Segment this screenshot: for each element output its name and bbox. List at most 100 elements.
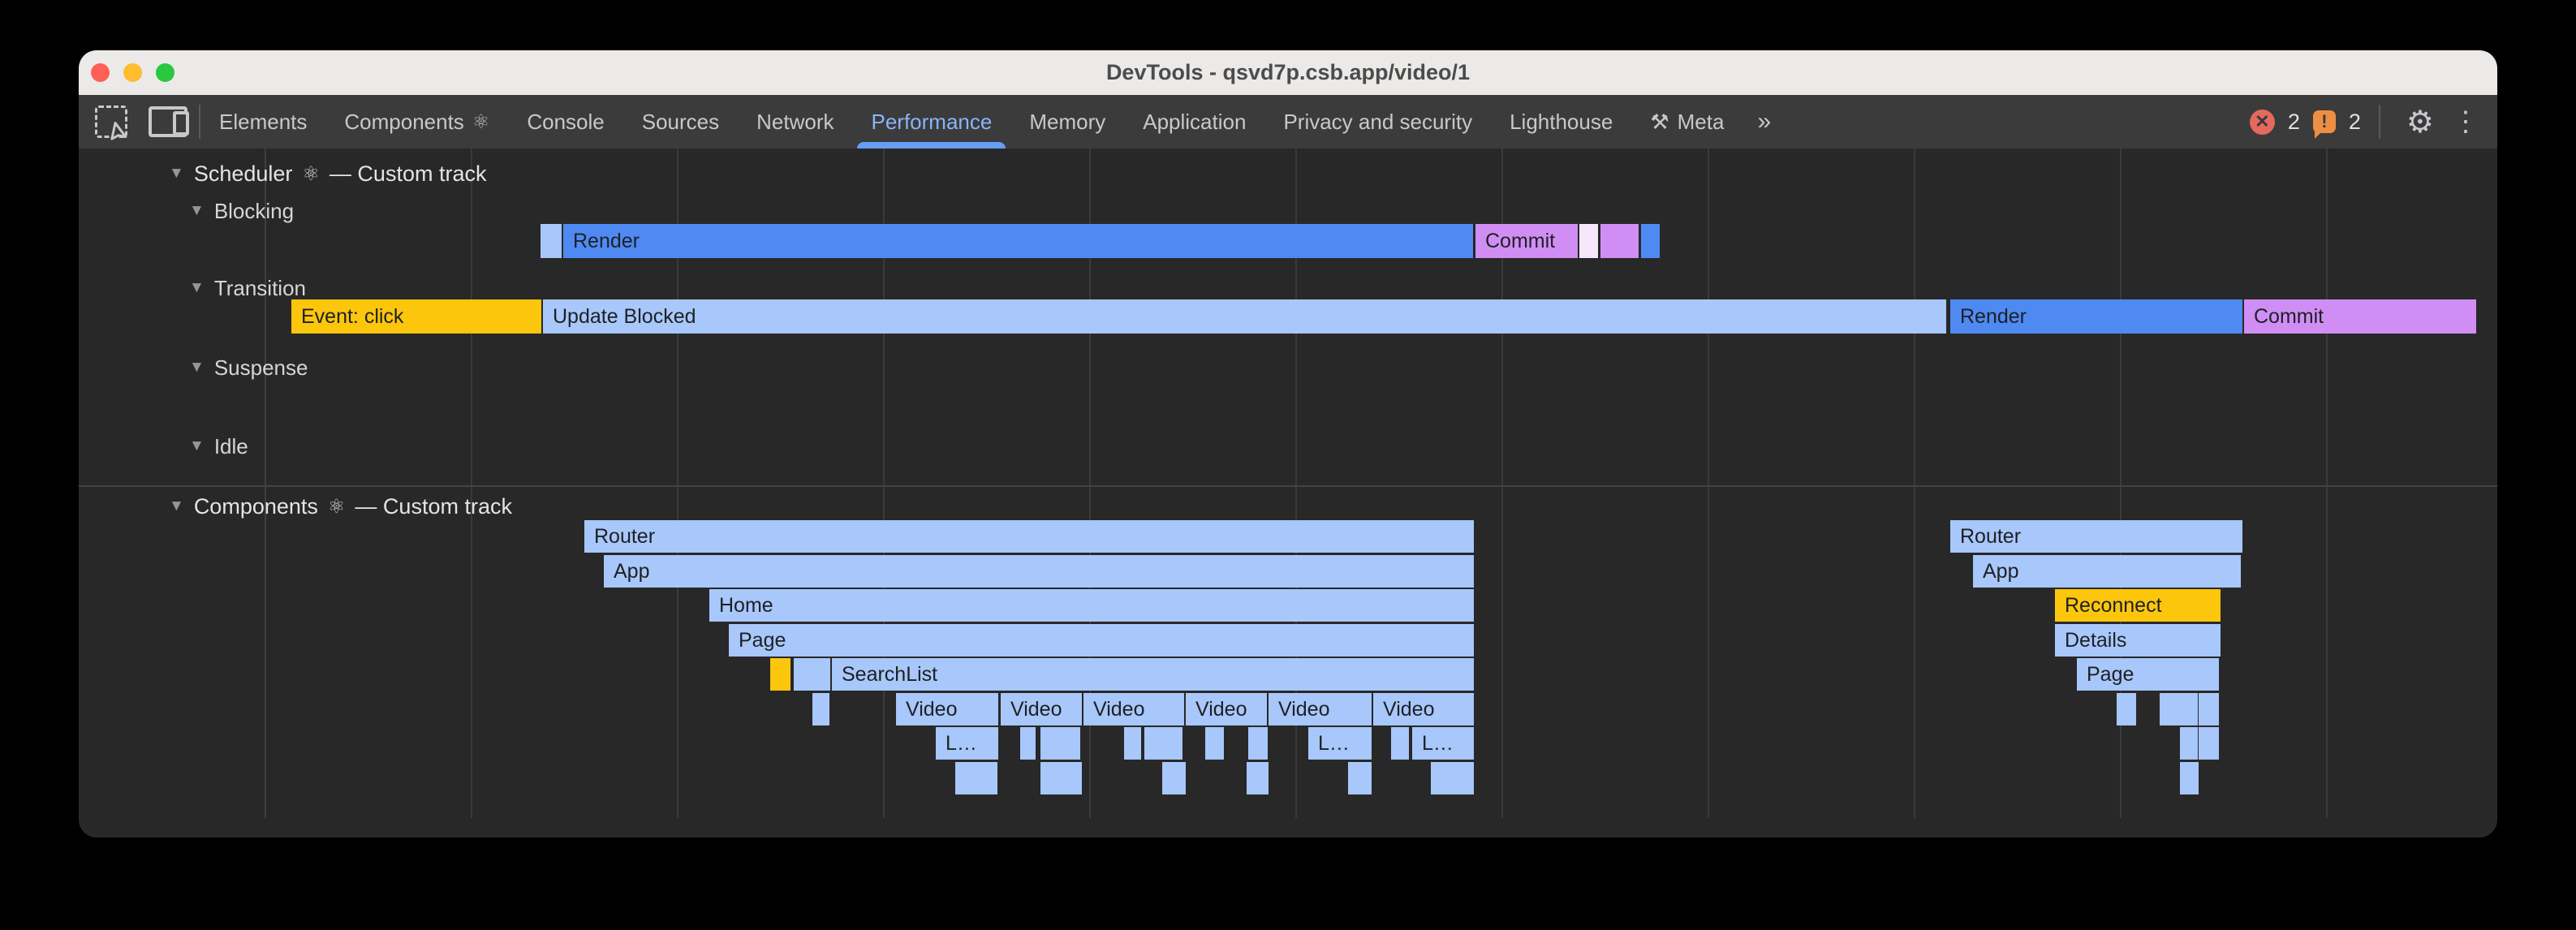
zoom-window-button[interactable]	[156, 63, 174, 82]
flame-bar-commit[interactable]: Commit	[2244, 299, 2476, 334]
flame-bar-video[interactable]: Video	[1001, 693, 1082, 725]
lane-label-text: Suspense	[214, 355, 308, 381]
collapse-triangle-icon[interactable]: ▼	[189, 359, 205, 377]
flame-bar-reconnect[interactable]: Reconnect	[2055, 589, 2221, 622]
flame-bar[interactable]	[1247, 762, 1269, 794]
flame-bar-l-[interactable]: L…	[1308, 727, 1372, 760]
tab-meta[interactable]: ⚒Meta	[1631, 95, 1742, 149]
scheduler-lane-transition[interactable]: ▼Transition	[189, 275, 306, 301]
flame-bar-video[interactable]: Video	[1083, 693, 1184, 725]
flame-bar-page[interactable]: Page	[2077, 658, 2219, 691]
flame-bar[interactable]	[1391, 727, 1409, 760]
flame-bar[interactable]	[1641, 224, 1660, 258]
atom-icon: ⚛	[328, 495, 346, 519]
flame-bar-update-blocked[interactable]: Update Blocked	[543, 299, 1946, 334]
flame-bar[interactable]	[1040, 762, 1082, 794]
flame-bar[interactable]	[1205, 727, 1224, 760]
collapse-triangle-icon[interactable]: ▼	[189, 437, 205, 455]
settings-gear-icon[interactable]: ⚙	[2406, 104, 2434, 140]
tab-label: Performance	[871, 110, 992, 135]
flame-bar[interactable]	[2117, 693, 2136, 725]
kebab-menu-icon[interactable]: ⋮	[2452, 105, 2479, 138]
collapse-triangle-icon[interactable]: ▼	[189, 202, 205, 220]
flame-bar[interactable]	[2199, 727, 2219, 760]
close-window-button[interactable]	[91, 63, 110, 82]
inspect-element-icon[interactable]	[95, 105, 127, 138]
tab-console[interactable]: Console	[508, 95, 622, 149]
flame-bar[interactable]	[1124, 727, 1141, 760]
flame-bar-render[interactable]: Render	[563, 224, 1473, 258]
flame-bar[interactable]	[1248, 727, 1268, 760]
warning-count: 2	[2349, 110, 2361, 135]
minimize-window-button[interactable]	[123, 63, 142, 82]
flame-bar-home[interactable]: Home	[709, 589, 1474, 622]
scheduler-track-header[interactable]: ▼ Scheduler ⚛ — Custom track	[169, 160, 486, 187]
tab-lighthouse[interactable]: Lighthouse	[1491, 95, 1631, 149]
flame-bar-event-click[interactable]: Event: click	[291, 299, 541, 334]
flame-bar[interactable]	[1431, 762, 1474, 794]
flame-bar[interactable]	[1348, 762, 1372, 794]
flame-bar-commit[interactable]: Commit	[1475, 224, 1578, 258]
flame-bar-app[interactable]: App	[604, 555, 1474, 588]
flame-bar[interactable]	[1040, 727, 1080, 760]
tab-performance[interactable]: Performance	[852, 95, 1010, 149]
collapse-triangle-icon[interactable]: ▼	[189, 279, 205, 297]
flame-bar-l-[interactable]: L…	[936, 727, 998, 760]
flame-bar-render[interactable]: Render	[1950, 299, 2242, 334]
tab-elements[interactable]: Elements	[200, 95, 325, 149]
flame-bar-l-[interactable]: L…	[1412, 727, 1474, 760]
flame-bar[interactable]	[812, 693, 829, 725]
flame-bar[interactable]	[1162, 762, 1186, 794]
flame-bar[interactable]	[2160, 693, 2198, 725]
tab-privacy-and-security[interactable]: Privacy and security	[1264, 95, 1491, 149]
tab-label: Lighthouse	[1510, 110, 1613, 135]
flame-bar-router[interactable]: Router	[1950, 520, 2242, 553]
flame-bar-page[interactable]: Page	[729, 624, 1474, 657]
flame-bar[interactable]	[1600, 224, 1639, 258]
flame-bar-app[interactable]: App	[1973, 555, 2241, 588]
flame-bar-video[interactable]: Video	[896, 693, 998, 725]
flame-bar-video[interactable]: Video	[1373, 693, 1474, 725]
flame-bar-video[interactable]: Video	[1186, 693, 1267, 725]
flame-bar-searchlist[interactable]: SearchList	[832, 658, 1474, 691]
flame-bar[interactable]	[2180, 762, 2199, 794]
flame-bar-label: Commit	[2244, 305, 2324, 329]
flame-bar[interactable]	[1579, 224, 1598, 258]
flame-bar[interactable]	[2199, 693, 2219, 725]
performance-panel: ▼ Scheduler ⚛ — Custom track ▼Blocking ▼T…	[79, 149, 2497, 837]
components-track-header[interactable]: ▼ Components ⚛ — Custom track	[169, 493, 512, 520]
scheduler-lane-idle[interactable]: ▼Idle	[189, 433, 248, 459]
tab-network[interactable]: Network	[738, 95, 852, 149]
flame-bar-label: Video	[896, 698, 958, 721]
flame-bar-video[interactable]: Video	[1269, 693, 1372, 725]
flame-bar-label: App	[604, 560, 649, 583]
device-toolbar-icon[interactable]	[149, 106, 187, 137]
flame-bar-label: L…	[1412, 732, 1454, 756]
scheduler-lane-suspense[interactable]: ▼ Suspense	[189, 355, 308, 381]
flame-bar[interactable]	[541, 224, 562, 258]
error-badge-icon[interactable]: ✕	[2250, 110, 2275, 135]
flame-bar[interactable]	[2180, 727, 2198, 760]
flame-bar-label: L…	[936, 732, 977, 756]
flame-bar[interactable]	[1020, 727, 1036, 760]
flame-bar[interactable]	[1144, 727, 1182, 760]
flame-bar[interactable]	[770, 658, 790, 691]
tab-application[interactable]: Application	[1124, 95, 1264, 149]
tab-components[interactable]: Components⚛	[325, 95, 508, 149]
tab-memory[interactable]: Memory	[1010, 95, 1124, 149]
scheduler-lane-blocking[interactable]: ▼Blocking	[189, 198, 294, 224]
more-tabs-button[interactable]: »	[1742, 95, 1782, 149]
flame-bar-label: Reconnect	[2055, 594, 2162, 618]
collapse-triangle-icon[interactable]: ▼	[169, 497, 184, 515]
flame-bar-label: Commit	[1475, 230, 1555, 253]
tab-label: Console	[527, 110, 604, 135]
flame-bar[interactable]	[794, 658, 830, 691]
flame-bar-router[interactable]: Router	[584, 520, 1474, 553]
warning-badge-icon[interactable]: !	[2313, 110, 2336, 133]
flame-bar-details[interactable]: Details	[2055, 624, 2221, 657]
tab-sources[interactable]: Sources	[623, 95, 738, 149]
flame-bar-label: SearchList	[832, 663, 937, 687]
macos-titlebar: DevTools - qsvd7p.csb.app/video/1	[79, 50, 2497, 95]
collapse-triangle-icon[interactable]: ▼	[169, 165, 184, 183]
flame-bar[interactable]	[955, 762, 997, 794]
